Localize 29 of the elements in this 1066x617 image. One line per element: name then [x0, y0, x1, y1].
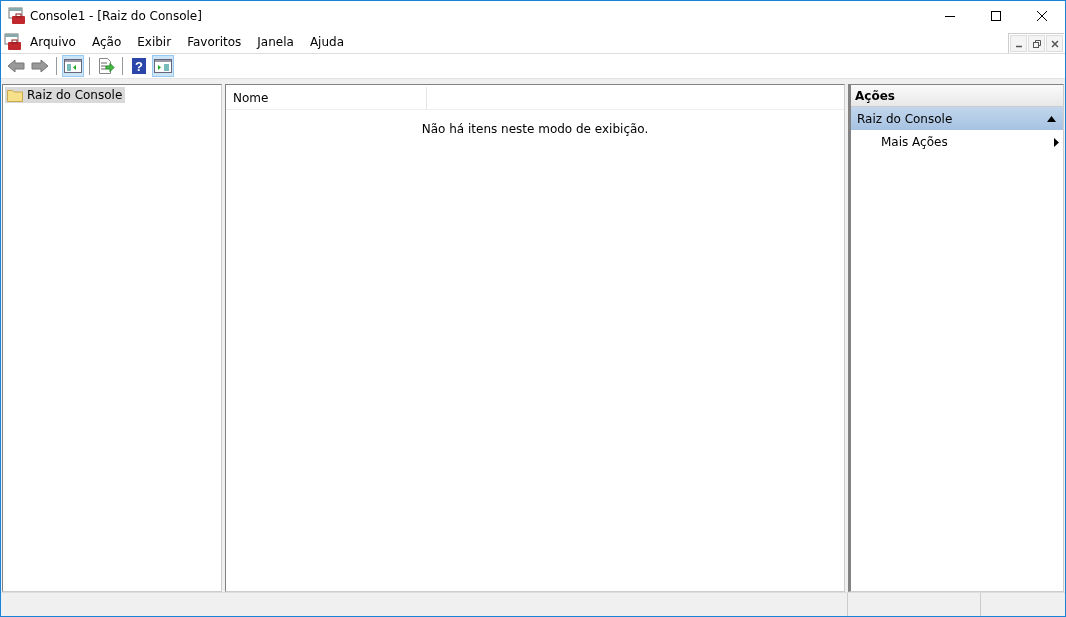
toolbar-button[interactable] — [62, 55, 84, 77]
column-header[interactable]: Nome — [226, 87, 427, 109]
menu-item[interactable]: Favoritos — [179, 35, 250, 49]
close-icon — [1050, 39, 1059, 48]
actions-header: Ações — [851, 85, 1063, 107]
action-item[interactable]: Mais Ações — [851, 130, 1063, 154]
back-arrow-icon — [7, 58, 25, 74]
menu-item[interactable]: Janela — [249, 35, 302, 49]
menu-item[interactable]: Exibir — [129, 35, 180, 49]
restore-icon — [1032, 39, 1041, 48]
menu-item[interactable]: Ajuda — [301, 35, 352, 49]
app-icon — [8, 7, 26, 25]
maximize-icon — [991, 11, 1001, 21]
toolbar-button[interactable] — [152, 55, 174, 77]
export-list-icon — [97, 58, 115, 74]
folder-icon — [7, 88, 23, 102]
child-close-button[interactable] — [1046, 35, 1063, 52]
forward-arrow-icon — [31, 58, 49, 74]
menu-item[interactable]: Ação — [83, 35, 130, 49]
window-title: Console1 - [Raiz do Console] — [30, 9, 202, 23]
close-icon — [1037, 11, 1047, 21]
app-icon — [4, 33, 22, 51]
tree-pane-icon — [64, 58, 82, 74]
menu-item[interactable]: Arquivo — [22, 35, 84, 49]
empty-message: Não há itens neste modo de exibição. — [420, 122, 650, 136]
action-pane-icon — [154, 58, 172, 74]
actions-section-header[interactable]: Raiz do Console — [851, 107, 1063, 130]
child-restore-button[interactable] — [1028, 35, 1045, 52]
tree-item[interactable]: Raiz do Console — [5, 87, 126, 103]
